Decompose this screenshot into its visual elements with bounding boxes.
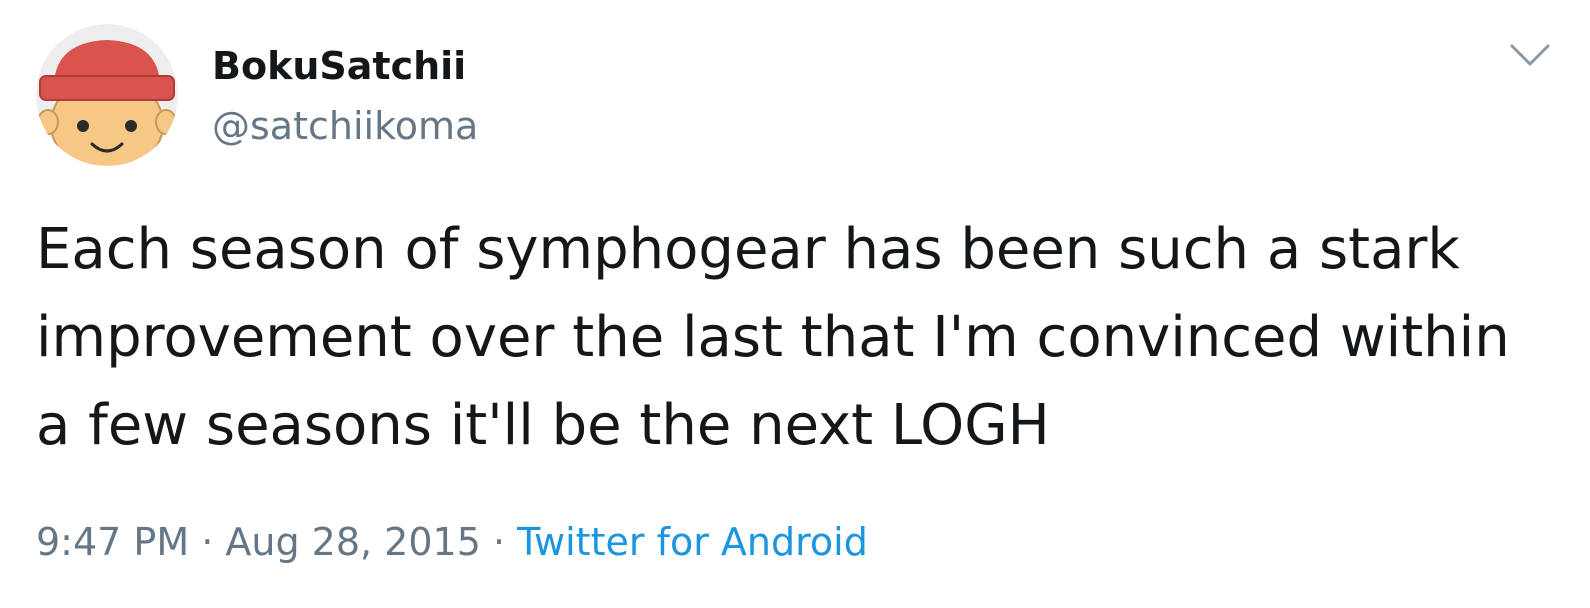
tweet-source-link[interactable]: Twitter for Android xyxy=(517,520,868,564)
display-name[interactable]: BokuSatchii xyxy=(212,40,466,92)
tweet-card: BokuSatchii @satchiikoma Each season of … xyxy=(0,0,1590,608)
tweet-time[interactable]: 9:47 PM xyxy=(36,520,189,564)
tweet-meta: 9:47 PM · Aug 28, 2015 · Twitter for And… xyxy=(36,512,868,572)
tweet-date[interactable]: Aug 28, 2015 xyxy=(225,520,481,564)
meta-separator: · xyxy=(189,520,226,564)
chevron-down-icon[interactable] xyxy=(1508,36,1552,76)
avatar-image xyxy=(36,24,178,166)
tweet-text: Each season of symphogear has been such … xyxy=(36,217,1510,458)
meta-separator: · xyxy=(480,520,518,564)
user-handle[interactable]: @satchiikoma xyxy=(212,100,478,152)
avatar[interactable] xyxy=(36,24,178,166)
